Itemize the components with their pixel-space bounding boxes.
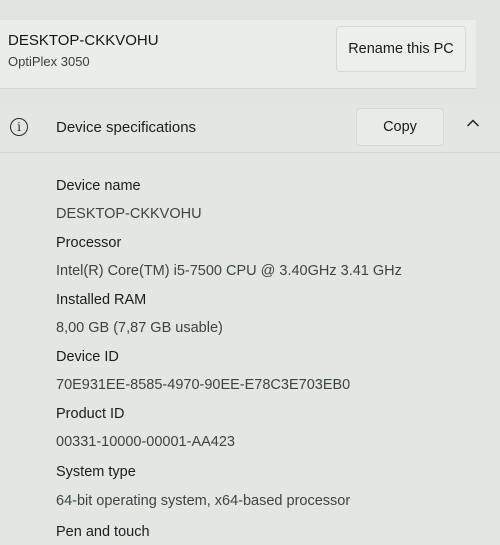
- spec-label: Installed RAM: [56, 292, 147, 308]
- info-circle-icon: i: [10, 118, 28, 136]
- copy-button[interactable]: Copy: [356, 108, 444, 146]
- spec-value: 00331-10000-00001-AA423: [56, 434, 235, 450]
- rename-pc-button[interactable]: Rename this PC: [336, 26, 466, 72]
- device-specifications-header[interactable]: i Device specifications Copy: [0, 104, 500, 153]
- section-title: Device specifications: [56, 119, 197, 136]
- pc-name: DESKTOP-CKKVOHU: [8, 32, 159, 49]
- spec-value: 64-bit operating system, x64-based proce…: [56, 493, 351, 509]
- spec-value: 8,00 GB (7,87 GB usable): [56, 320, 223, 336]
- spec-value: 70E931EE-8585-4970-90EE-E78C3E703EB0: [56, 377, 351, 393]
- spec-label: Processor: [56, 235, 122, 251]
- spec-label: System type: [56, 464, 136, 480]
- spec-label: Device name: [56, 178, 141, 194]
- spec-value: DESKTOP-CKKVOHU: [56, 206, 202, 222]
- device-specifications-card: i Device specifications Copy Device name…: [0, 104, 500, 545]
- spec-label: Device ID: [56, 349, 119, 365]
- pc-model: OptiPlex 3050: [8, 54, 90, 69]
- spec-value: Intel(R) Core(TM) i5-7500 CPU @ 3.40GHz …: [56, 263, 402, 279]
- chevron-up-icon[interactable]: [466, 118, 480, 128]
- spec-label: Pen and touch: [56, 524, 150, 540]
- spec-label: Product ID: [56, 406, 125, 422]
- device-summary-card: DESKTOP-CKKVOHU OptiPlex 3050 Rename thi…: [0, 20, 476, 89]
